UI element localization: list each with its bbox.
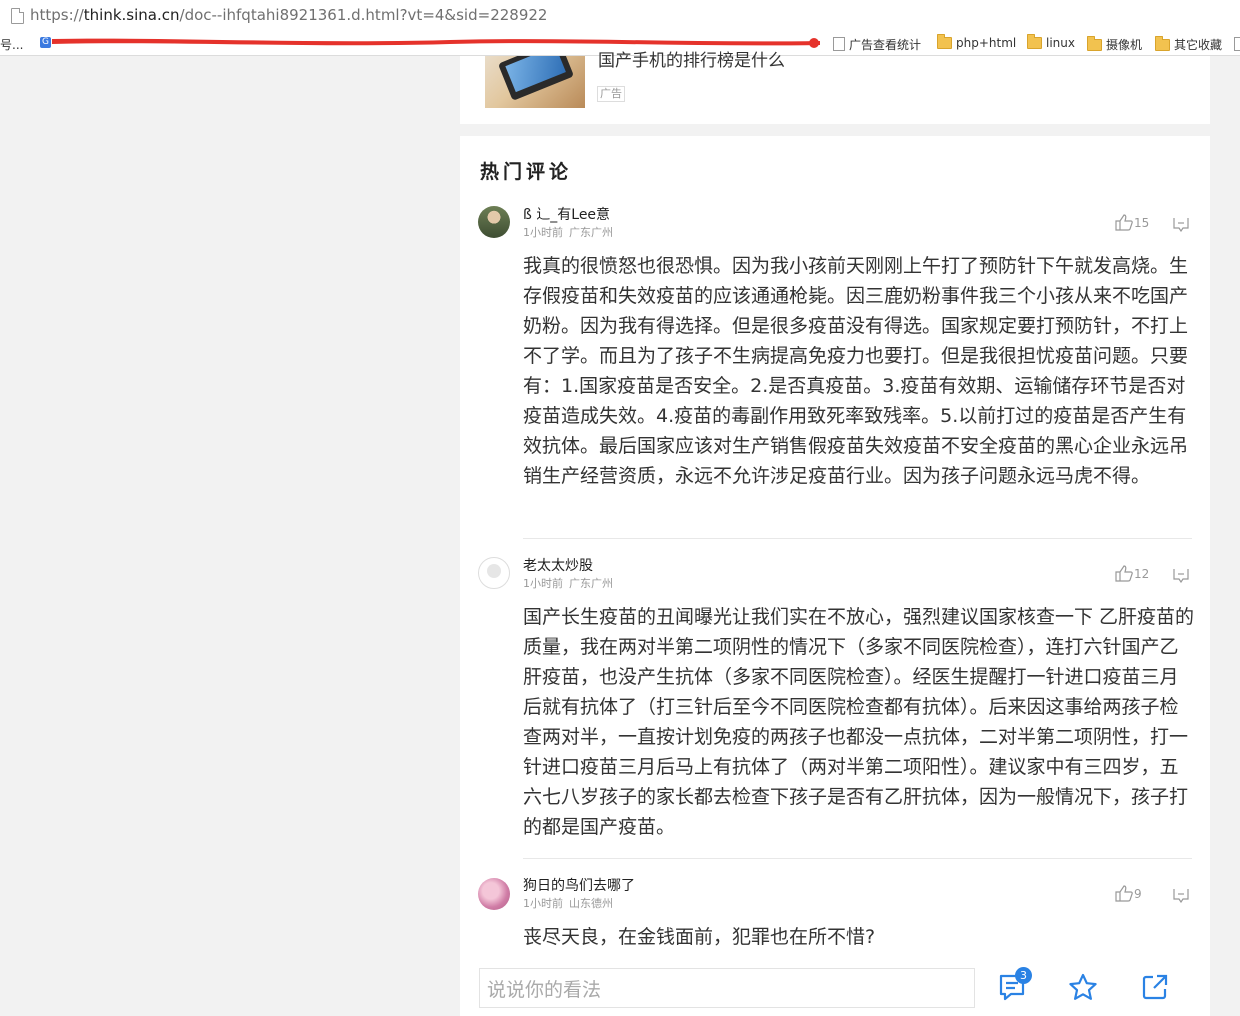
like-count: 15 xyxy=(1134,216,1150,230)
thumbs-up-icon xyxy=(1115,214,1133,231)
bookmark-label: 广告查看统计 xyxy=(849,38,922,52)
comment-meta: 1小时前 广东广州 xyxy=(523,575,613,591)
comment-input[interactable]: 说说你的看法 xyxy=(479,968,975,1008)
url-text[interactable]: https://think.sina.cn/doc--ihfqtahi89213… xyxy=(30,6,547,24)
bookmark-overflow-icon[interactable] xyxy=(1234,37,1240,51)
avatar[interactable] xyxy=(478,557,510,589)
bookmark-label: 其它收藏 xyxy=(1174,38,1223,52)
comment-time: 1小时前 xyxy=(523,577,563,590)
bookmark-camera[interactable]: 摄像机 xyxy=(1087,36,1142,53)
comment-text: 丧尽天良，在金钱面前，犯罪也在所不惜? xyxy=(523,926,876,948)
bookmark-other[interactable]: 其它收藏 xyxy=(1155,36,1222,53)
thumbs-up-icon xyxy=(1115,565,1133,582)
url-prefix: https:// xyxy=(30,6,84,24)
ad-thumbnail[interactable] xyxy=(485,56,585,108)
comment-text: 我真的很愤怒也很恐惧。因为我小孩前天刚刚上午打了预防针下午就发高烧。生存假疫苗和… xyxy=(523,255,1189,487)
folder-icon xyxy=(1027,34,1042,49)
reply-icon[interactable] xyxy=(1172,887,1190,903)
share-icon[interactable] xyxy=(1140,972,1170,1002)
bookmark-linux[interactable]: linux xyxy=(1027,34,1075,50)
avatar[interactable] xyxy=(478,878,510,910)
address-bar[interactable]: https://think.sina.cn/doc--ihfqtahi89213… xyxy=(0,0,1240,34)
thumbs-up-icon xyxy=(1115,885,1133,902)
doc-icon xyxy=(833,37,845,51)
divider xyxy=(523,858,1192,859)
bookmark-label: php+html xyxy=(956,36,1017,50)
like-button[interactable]: 15 xyxy=(1115,214,1149,231)
comment-meta: 1小时前 山东德州 xyxy=(523,895,613,911)
comment-meta: 1小时前 广东广州 xyxy=(523,224,613,240)
bookmark-truncated[interactable]: 号... xyxy=(0,36,23,53)
bookmark-label: 摄像机 xyxy=(1106,38,1143,52)
url-host: think.sina.cn xyxy=(83,6,180,24)
like-button[interactable]: 9 xyxy=(1115,885,1142,902)
star-icon[interactable] xyxy=(1067,972,1099,1002)
comment-text: 国产长生疫苗的丑闻曝光让我们实在不放心，强烈建议国家核查一下 乙肝疫苗的质量，我… xyxy=(523,606,1195,838)
divider xyxy=(523,538,1192,539)
like-count: 12 xyxy=(1134,567,1150,581)
folder-icon xyxy=(937,34,952,49)
comment-location: 山东德州 xyxy=(569,897,613,910)
page-icon xyxy=(11,8,24,24)
comment-username[interactable]: 狗日的鸟们去哪了 xyxy=(523,875,635,895)
reply-icon[interactable] xyxy=(1172,216,1190,232)
bookmark-label: linux xyxy=(1046,36,1075,50)
reply-icon[interactable] xyxy=(1172,567,1190,583)
comment-count-badge: 3 xyxy=(1015,967,1032,984)
url-path: /doc--ihfqtahi8921361.d.html?vt=4&sid=22… xyxy=(179,6,548,24)
ad-label: 广告 xyxy=(597,86,625,102)
ad-title[interactable]: 国产手机的排行榜是什么 xyxy=(598,46,785,71)
comment-location: 广东广州 xyxy=(569,577,613,590)
hot-comments-panel: 热门评论 ß 辶_有Lee意 1小时前 广东广州 15 我真的很愤怒也很恐惧。因为… xyxy=(460,136,1210,1016)
folder-icon xyxy=(1087,36,1102,51)
bookmark-ad-stats[interactable]: 广告查看统计 xyxy=(833,36,921,53)
comment-time: 1小时前 xyxy=(523,897,563,910)
comment-time: 1小时前 xyxy=(523,226,563,239)
comment-username[interactable]: ß 辶_有Lee意 xyxy=(523,204,610,224)
like-count: 9 xyxy=(1134,887,1142,901)
folder-icon xyxy=(1155,36,1170,51)
avatar[interactable] xyxy=(478,206,510,238)
comment-location: 广东广州 xyxy=(569,226,613,239)
like-button[interactable]: 12 xyxy=(1115,565,1149,582)
comment-username[interactable]: 老太太炒股 xyxy=(523,555,593,575)
ad-card[interactable]: 国产手机的排行榜是什么 广告 xyxy=(460,51,1210,124)
section-title: 热门评论 xyxy=(480,161,573,183)
bookmark-php-html[interactable]: php+html xyxy=(937,34,1017,50)
